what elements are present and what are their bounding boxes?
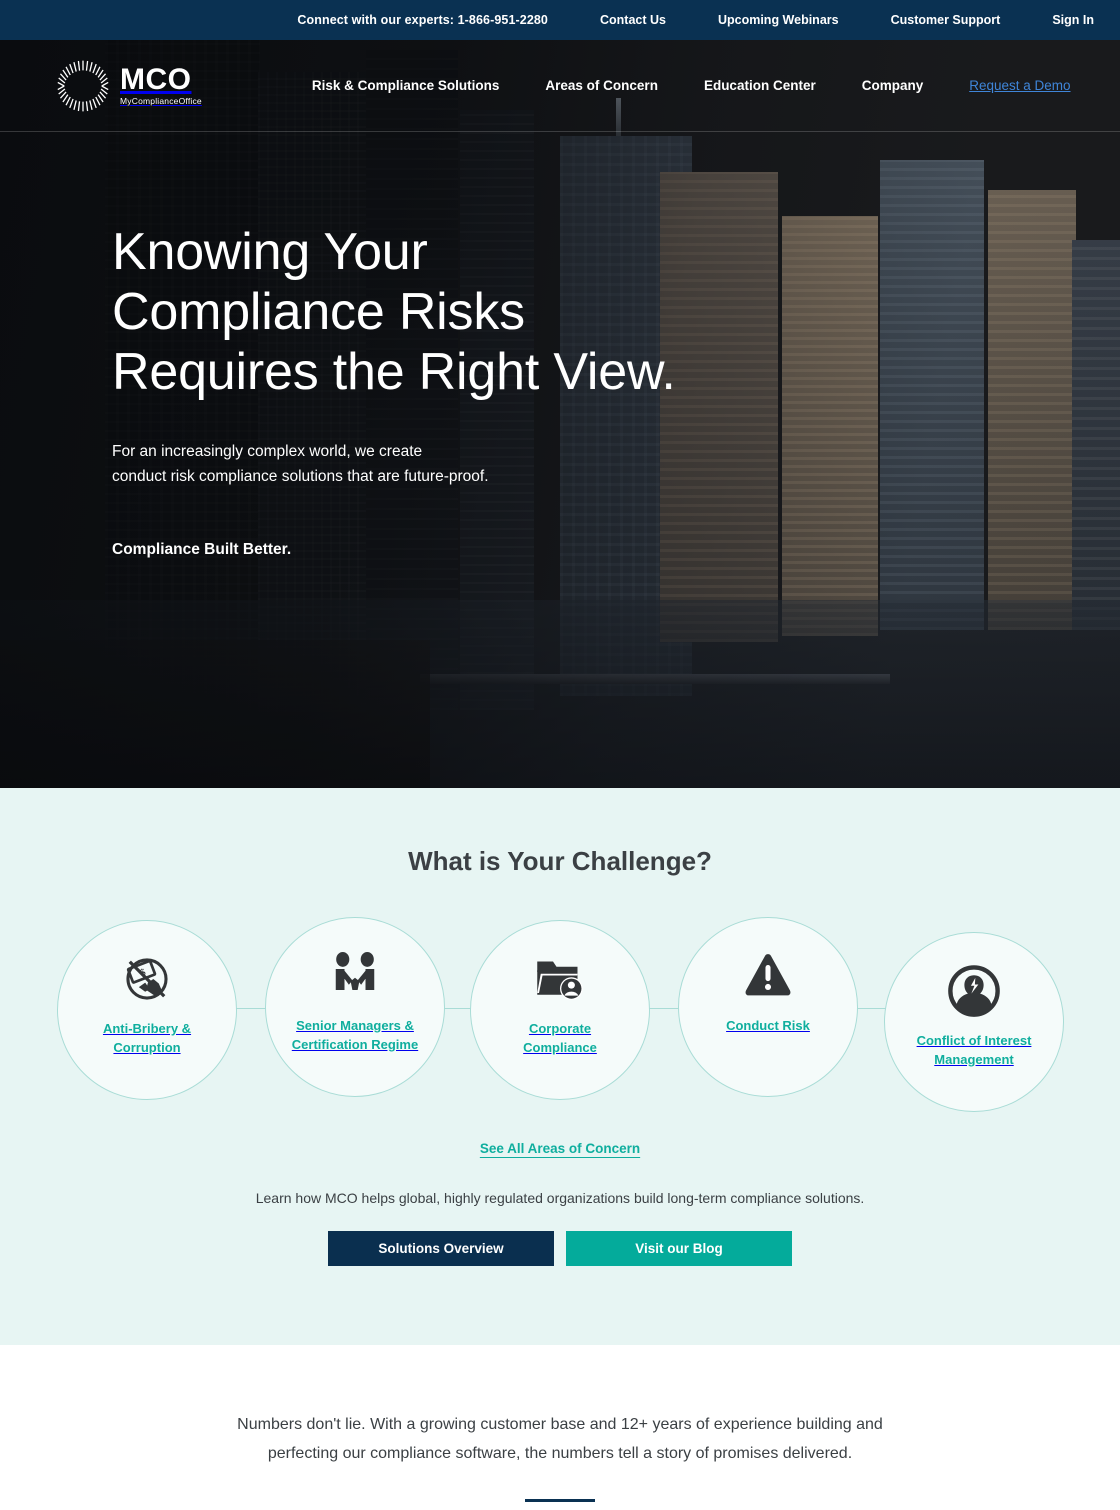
- logo-wordmark: MCO: [120, 63, 192, 97]
- topbar-link-contact-us[interactable]: Contact Us: [600, 13, 666, 27]
- hero-subheading: For an increasingly complex world, we cr…: [112, 443, 489, 485]
- radial-sunburst-icon: [56, 59, 110, 113]
- learn-more-text: Learn how MCO helps global, highly regul…: [255, 1190, 865, 1206]
- nav-item-areas-of-concern[interactable]: Areas of Concern: [545, 78, 658, 93]
- hero-copy: Knowing Your Compliance Risks Requires t…: [112, 222, 752, 559]
- see-all-wrapper: See All Areas of Concern: [0, 1140, 1120, 1158]
- solutions-overview-button[interactable]: Solutions Overview: [328, 1231, 554, 1266]
- challenge-circle-label: Corporate Compliance: [523, 1021, 597, 1055]
- top-utility-bar: Connect with our experts: 1-866-951-2280…: [0, 0, 1120, 40]
- challenge-circle-conflict-of-interest[interactable]: Conflict of Interest Management: [884, 932, 1064, 1112]
- challenge-circle-label: Conduct Risk: [726, 1018, 810, 1033]
- numbers-intro-text: Numbers don't lie. With a growing custom…: [237, 1416, 883, 1462]
- challenge-heading: What is Your Challenge?: [408, 846, 712, 876]
- numbers-section: Numbers don't lie. With a growing custom…: [0, 1345, 1120, 1510]
- request-a-demo-link[interactable]: Request a Demo: [969, 78, 1070, 93]
- challenge-section: What is Your Challenge? Anti-Bribery & C…: [0, 788, 1120, 1345]
- nav-item-company[interactable]: Company: [862, 78, 924, 93]
- nav-item-risk-compliance-solutions[interactable]: Risk & Compliance Solutions: [312, 78, 500, 93]
- cta-button-row: Solutions Overview Visit our Blog: [0, 1231, 1120, 1266]
- warning-triangle-icon: [736, 944, 800, 1008]
- challenge-circle-row: $ Anti-Bribery & Corruption: [0, 917, 1120, 1112]
- hero-heading: Knowing Your Compliance Risks Requires t…: [112, 223, 676, 401]
- visit-our-blog-button[interactable]: Visit our Blog: [566, 1231, 792, 1266]
- site-logo[interactable]: MCO MyComplianceOffice: [56, 59, 202, 113]
- section-divider-rule: [525, 1499, 595, 1502]
- topbar-link-upcoming-webinars[interactable]: Upcoming Webinars: [718, 13, 839, 27]
- challenge-circle-conduct-risk[interactable]: Conduct Risk: [678, 917, 858, 1097]
- challenge-circle-senior-managers[interactable]: Senior Managers & Certification Regime: [265, 917, 445, 1097]
- main-navigation: MCO MyComplianceOffice Risk & Compliance…: [0, 40, 1120, 132]
- topbar-link-sign-in[interactable]: Sign In: [1052, 13, 1094, 27]
- challenge-circle-label: Conflict of Interest Management: [916, 1033, 1032, 1067]
- see-all-areas-of-concern-link[interactable]: See All Areas of Concern: [480, 1141, 640, 1156]
- challenge-circle-label: Anti-Bribery & Corruption: [102, 1021, 192, 1055]
- challenge-circle-corporate-compliance[interactable]: Corporate Compliance: [470, 920, 650, 1100]
- logo-tagline: MyComplianceOffice: [120, 96, 202, 107]
- folder-person-icon: [528, 947, 592, 1011]
- handshake-people-icon: [323, 944, 387, 1008]
- challenge-circle-label: Senior Managers & Certification Regime: [291, 1018, 419, 1052]
- nav-links: Risk & Compliance Solutions Areas of Con…: [312, 78, 1071, 93]
- topbar-link-customer-support[interactable]: Customer Support: [891, 13, 1001, 27]
- challenge-circle-anti-bribery[interactable]: $ Anti-Bribery & Corruption: [57, 920, 237, 1100]
- nav-item-education-center[interactable]: Education Center: [704, 78, 816, 93]
- person-lightning-circle-icon: [942, 959, 1006, 1023]
- no-bribery-hand-money-icon: $: [115, 947, 179, 1011]
- hero-tagline: Compliance Built Better.: [112, 541, 292, 558]
- expert-phone-text: Connect with our experts: 1-866-951-2280: [297, 13, 548, 27]
